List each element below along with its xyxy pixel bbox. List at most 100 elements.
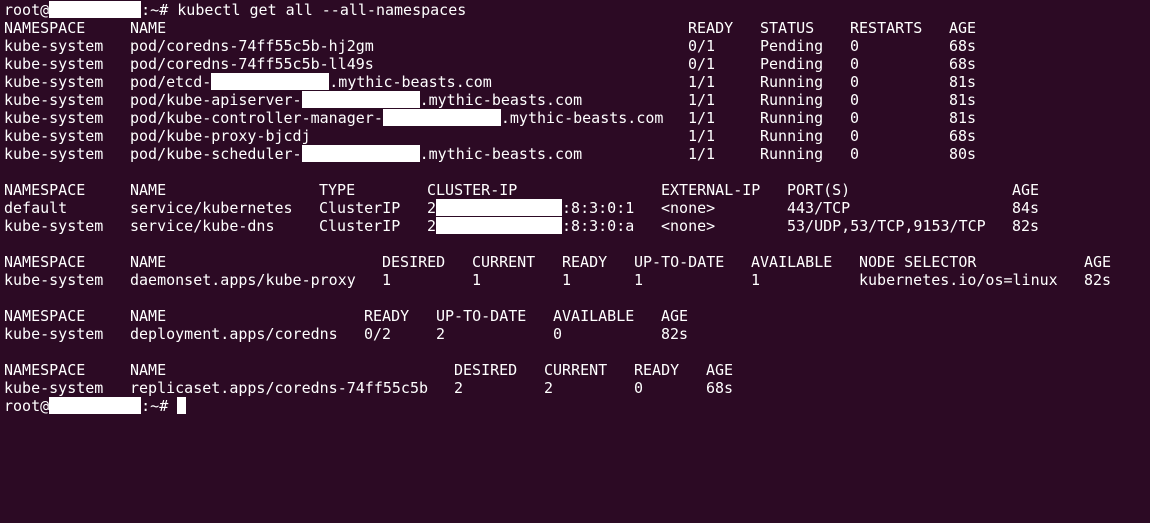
service-cluster-ip: 2:8:3:0:a (427, 217, 635, 235)
daemonsets-header-row: NAMESPACE NAME DESIRED CURRENT READY UP-… (4, 253, 1111, 271)
pod-name: pod/kube-scheduler- .mythic-beasts.com (130, 145, 583, 163)
prompt-line[interactable]: root@ :~# (4, 397, 187, 415)
table-row: kube-system pod/coredns-74ff55c5b-ll49s … (4, 55, 976, 73)
replicaset-desired: 2 (454, 379, 464, 397)
pod-age: 80s (949, 145, 977, 163)
replicaset-namespace: kube-system (4, 379, 104, 397)
header-node-selector: NODE SELECTOR (859, 253, 977, 271)
header-namespace: NAMESPACE (4, 181, 86, 199)
pod-name: pod/kube-apiserver- .mythic-beasts.com (130, 91, 583, 109)
header-cluster-ip: CLUSTER-IP (427, 181, 518, 199)
daemonset-name: daemonset.apps/kube-proxy (130, 271, 356, 289)
header-name: NAME (130, 181, 167, 199)
pod-status: Running (760, 91, 824, 109)
pod-name: pod/coredns-74ff55c5b-ll49s (130, 55, 374, 73)
pod-ready: 0/1 (688, 37, 716, 55)
daemonset-up-to-date: 1 (634, 271, 644, 289)
service-namespace: default (4, 199, 68, 217)
pod-name: pod/coredns-74ff55c5b-hj2gm (130, 37, 374, 55)
header-name: NAME (130, 307, 167, 325)
header-age: AGE (1012, 181, 1040, 199)
redacted-hostname (301, 145, 420, 162)
deployment-name: deployment.apps/coredns (130, 325, 338, 343)
table-row: kube-system pod/kube-apiserver- .mythic-b… (4, 91, 976, 109)
command-text: kubectl get all --all-namespaces (177, 1, 467, 19)
daemonset-node-selector: kubernetes.io/os=linux (859, 271, 1058, 289)
pod-status: Pending (760, 55, 824, 73)
service-age: 82s (1012, 217, 1040, 235)
deployment-up-to-date: 2 (436, 325, 446, 343)
pod-age: 81s (949, 73, 977, 91)
replicaset-age: 68s (706, 379, 734, 397)
header-up-to-date: UP-TO-DATE (436, 307, 527, 325)
pod-status: Running (760, 145, 824, 163)
pod-namespace: kube-system (4, 55, 104, 73)
daemonset-age: 82s (1084, 271, 1112, 289)
redacted-hostname (382, 109, 501, 126)
services-header-row: NAMESPACE NAME TYPE CLUSTER-IP EXTERNAL-… (4, 181, 1039, 199)
header-external-ip: EXTERNAL-IP (661, 181, 761, 199)
replicasets-header-row: NAMESPACE NAME DESIRED CURRENT READY AGE (4, 361, 733, 379)
redacted-hostname (49, 1, 142, 18)
header-type: TYPE (319, 181, 356, 199)
pod-name: pod/kube-controller-manager- .mythic-beas… (130, 109, 664, 127)
service-external-ip: <none> (661, 217, 716, 235)
pod-namespace: kube-system (4, 37, 104, 55)
pod-ready: 1/1 (688, 145, 716, 163)
service-type: ClusterIP (319, 199, 401, 217)
header-restarts: RESTARTS (850, 19, 923, 37)
daemonset-desired: 1 (382, 271, 392, 289)
prompt-suffix: :~# (141, 397, 178, 415)
table-row: default service/kubernetes ClusterIP 2:8… (4, 199, 1039, 217)
pod-status: Running (760, 73, 824, 91)
command-line: root@:~# kubectl get all --all-namespace… (4, 1, 466, 19)
pod-ready: 0/1 (688, 55, 716, 73)
header-name: NAME (130, 19, 167, 37)
header-name: NAME (130, 361, 167, 379)
pods-header-row: NAMESPACE NAME READY STATUS RESTARTS AGE (4, 19, 976, 37)
service-type: ClusterIP (319, 217, 401, 235)
table-row: kube-system daemonset.apps/kube-proxy 1 … (4, 271, 1111, 289)
redacted-ip (436, 199, 563, 216)
terminal-window[interactable]: root@ :~# kubectl get all --all-namespace… (0, 0, 1150, 417)
header-ready: READY (562, 253, 608, 271)
header-ready: READY (688, 19, 734, 37)
pod-restarts: 0 (850, 109, 860, 127)
pod-restarts: 0 (850, 37, 860, 55)
pod-namespace: kube-system (4, 73, 104, 91)
header-age: AGE (706, 361, 734, 379)
pod-ready: 1/1 (688, 127, 716, 145)
replicaset-current: 2 (544, 379, 554, 397)
service-name: service/kubernetes (130, 199, 293, 217)
header-namespace: NAMESPACE (4, 361, 86, 379)
pod-ready: 1/1 (688, 109, 716, 127)
table-row: kube-system service/kube-dns ClusterIP 2… (4, 217, 1039, 235)
replicaset-name: replicaset.apps/coredns-74ff55c5b (130, 379, 429, 397)
pod-ready: 1/1 (688, 91, 716, 109)
table-row: kube-system pod/etcd- .mythic-beasts.com … (4, 73, 976, 91)
pod-restarts: 0 (850, 145, 860, 163)
pod-age: 68s (949, 37, 977, 55)
header-namespace: NAMESPACE (4, 307, 86, 325)
pod-status: Running (760, 127, 824, 145)
deployment-namespace: kube-system (4, 325, 104, 343)
header-namespace: NAMESPACE (4, 253, 86, 271)
service-external-ip: <none> (661, 199, 716, 217)
pod-name: pod/etcd- .mythic-beasts.com (130, 73, 492, 91)
table-row: kube-system deployment.apps/coredns 0/2 … (4, 325, 688, 343)
pod-restarts: 0 (850, 91, 860, 109)
prompt-user: root@ (4, 397, 50, 415)
daemonset-ready: 1 (562, 271, 572, 289)
header-available: AVAILABLE (553, 307, 635, 325)
redacted-hostname (49, 397, 142, 414)
header-name: NAME (130, 253, 167, 271)
redacted-hostname (301, 91, 420, 108)
pod-namespace: kube-system (4, 127, 104, 145)
daemonset-current: 1 (472, 271, 482, 289)
pod-status: Pending (760, 37, 824, 55)
table-row: kube-system pod/kube-controller-manager-… (4, 109, 976, 127)
daemonset-namespace: kube-system (4, 271, 104, 289)
service-ports: 53/UDP,53/TCP,9153/TCP (787, 217, 986, 235)
pod-namespace: kube-system (4, 145, 104, 163)
deployment-age: 82s (661, 325, 689, 343)
